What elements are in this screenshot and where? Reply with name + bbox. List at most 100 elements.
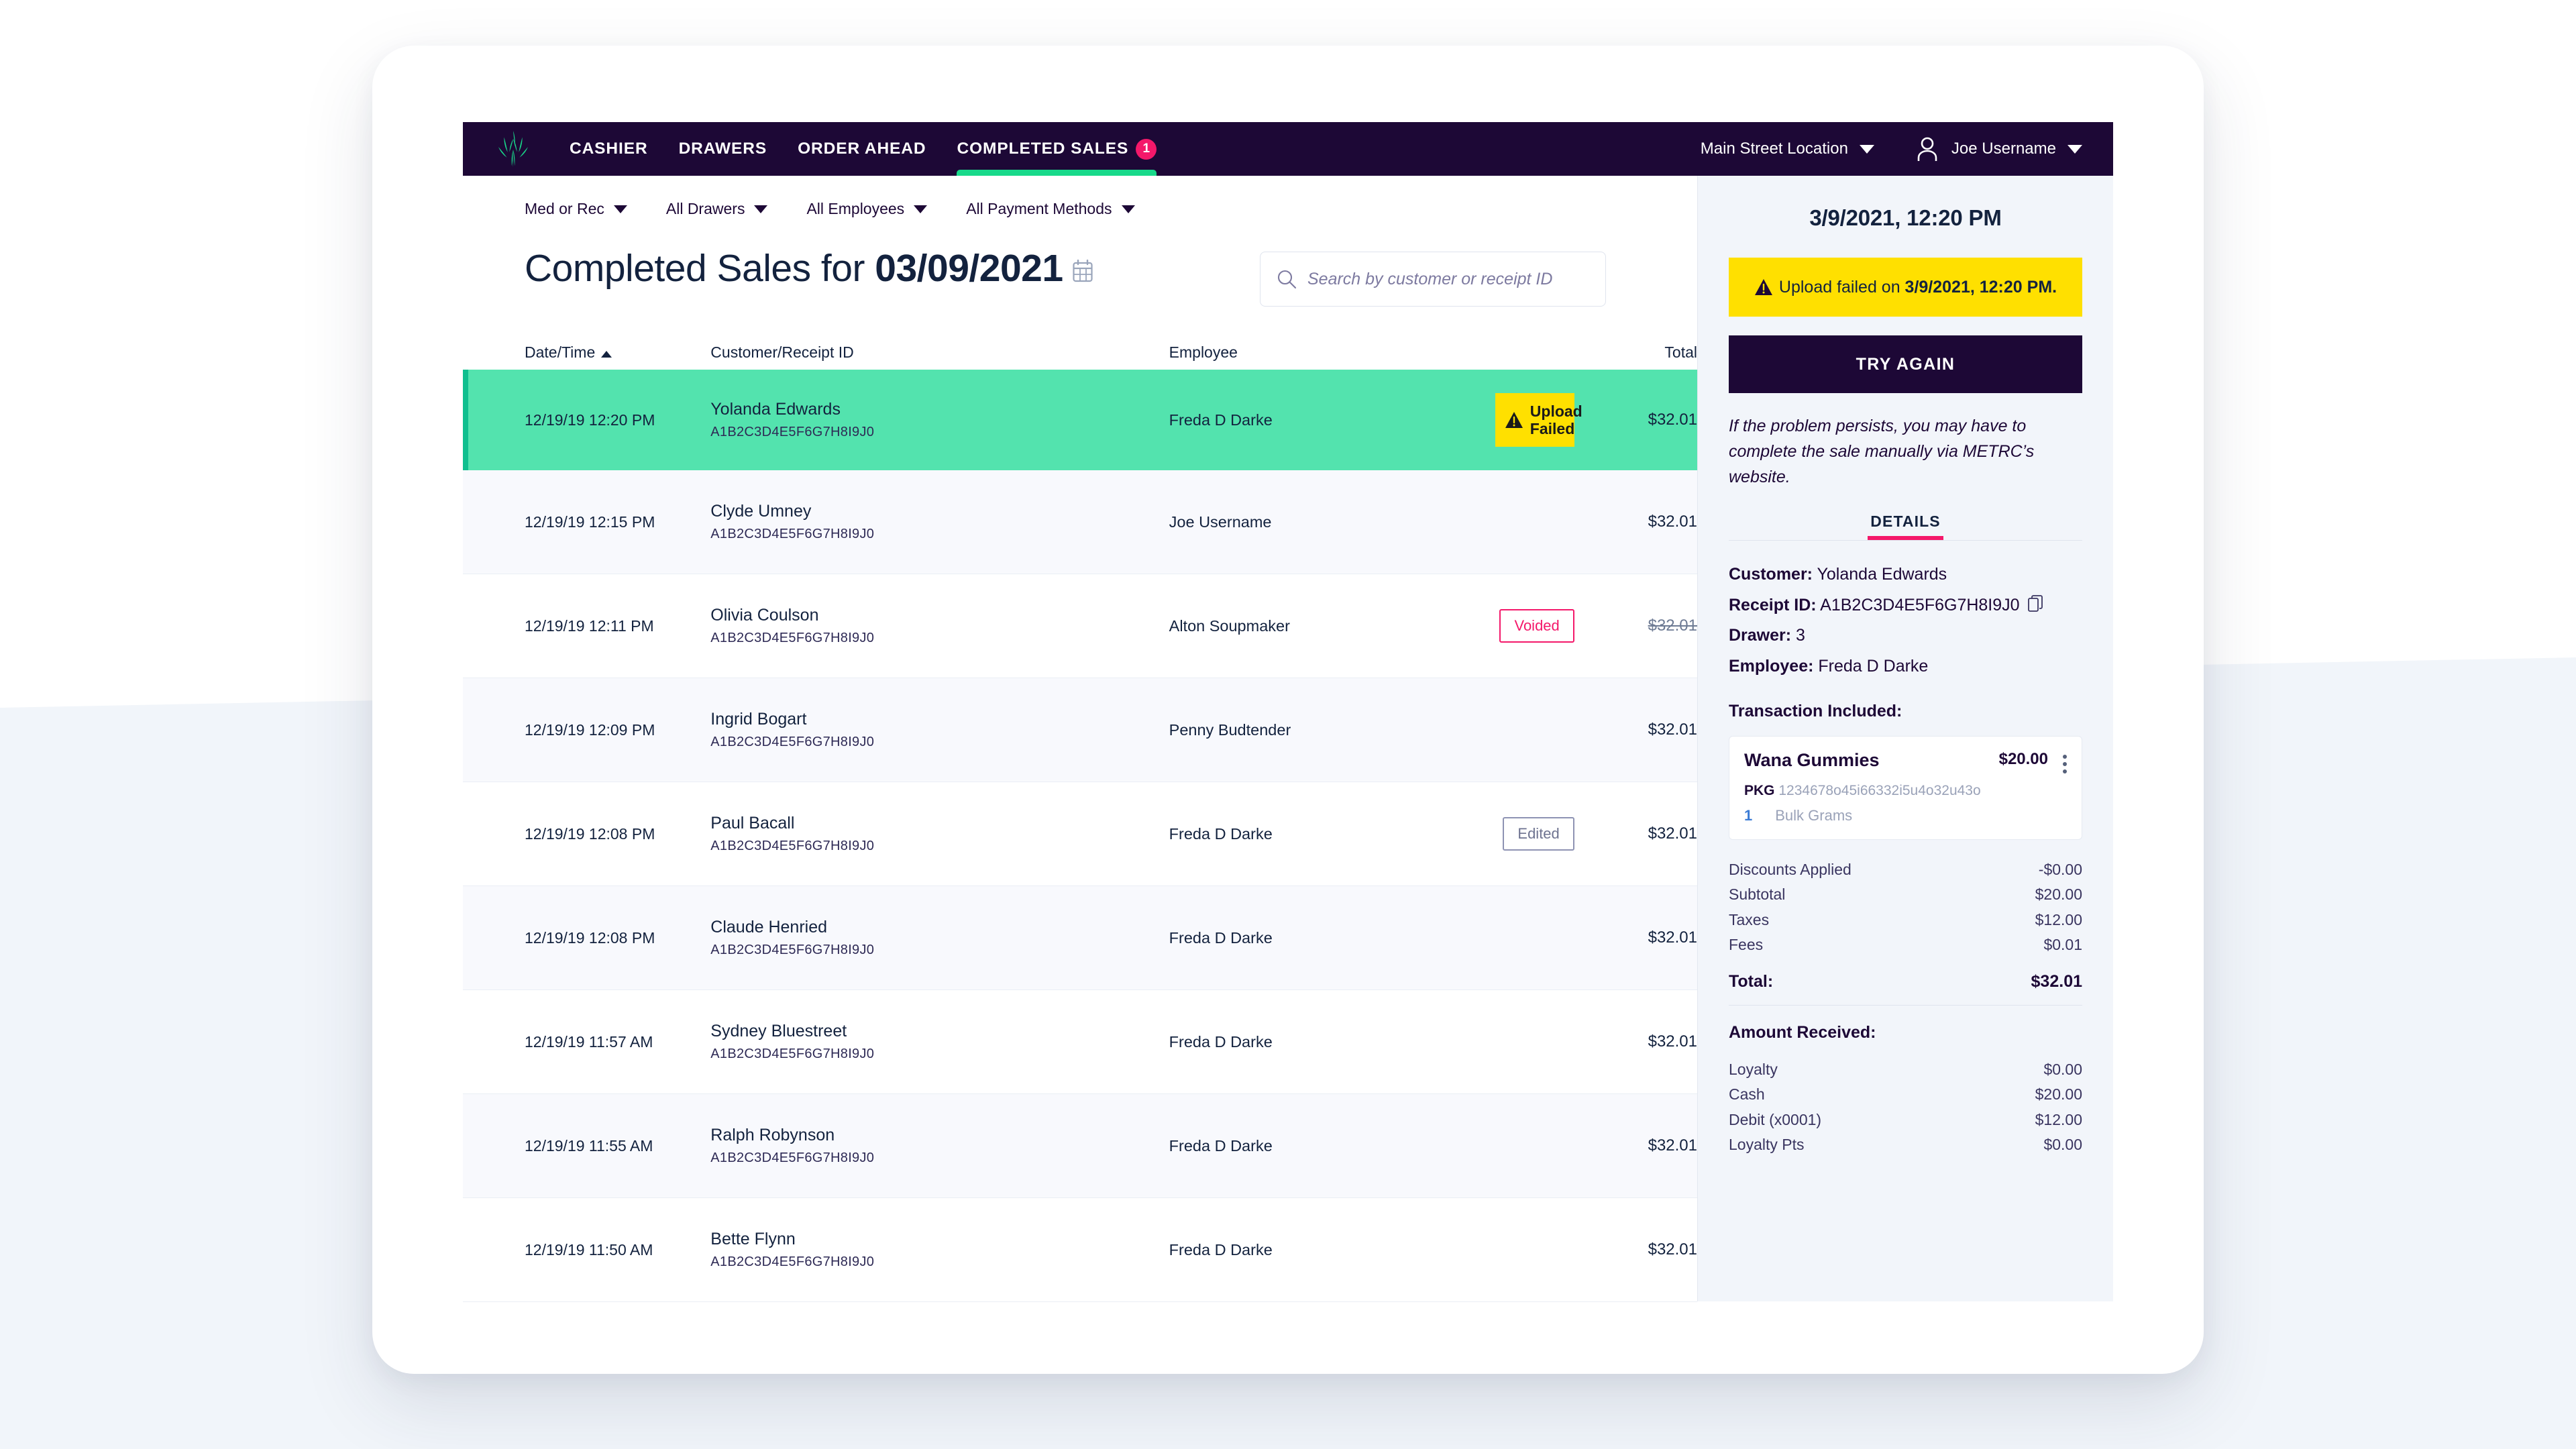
table-row[interactable]: 12/19/19 11:57 AM Sydney Bluestreet A1B2C3… bbox=[463, 990, 1697, 1094]
field-value: Freda D Darke bbox=[1818, 656, 1929, 676]
field-label: Receipt ID: bbox=[1729, 595, 1817, 614]
cell-datetime: 12/19/19 12:08 PM bbox=[525, 824, 655, 843]
column-header-total[interactable]: Total bbox=[1574, 343, 1697, 362]
tab-divider bbox=[1729, 540, 2082, 541]
search-box[interactable] bbox=[1260, 252, 1606, 307]
column-label: Date/Time bbox=[525, 343, 596, 361]
table-row[interactable]: 12/19/19 11:55 AM Ralph Robynson A1B2C3D4E… bbox=[463, 1094, 1697, 1198]
total-line: Fees $0.01 bbox=[1729, 932, 2082, 957]
copy-icon[interactable] bbox=[2027, 594, 2044, 612]
item-name: Wana Gummies bbox=[1744, 750, 1880, 770]
cell-datetime: 12/19/19 12:09 PM bbox=[525, 720, 655, 739]
detail-field-drawer: Drawer: 3 bbox=[1729, 621, 2082, 651]
cell-datetime: 12/19/19 11:57 AM bbox=[525, 1032, 653, 1051]
totals-divider bbox=[1729, 1005, 2082, 1006]
received-line-value: $12.00 bbox=[2035, 1110, 2082, 1128]
cannabis-leaf-icon[interactable] bbox=[498, 131, 529, 167]
item-unit: Bulk Grams bbox=[1775, 807, 1853, 824]
chevron-down-icon bbox=[2068, 144, 2082, 154]
total-line: Discounts Applied -$0.00 bbox=[1729, 857, 2082, 882]
table-row[interactable]: 12/19/19 12:15 PM Clyde Umney A1B2C3D4E5F6… bbox=[463, 470, 1697, 574]
item-package: PKG 1234678o45i66332i5u4o32u43o bbox=[1744, 783, 2067, 799]
grand-total-label: Total: bbox=[1729, 972, 1774, 991]
field-label: Employee: bbox=[1729, 656, 1814, 676]
column-header-employee[interactable]: Employee bbox=[1169, 343, 1421, 362]
customer-name: Ingrid Bogart bbox=[710, 710, 807, 729]
filter-payment-methods[interactable]: All Payment Methods bbox=[966, 200, 1135, 218]
column-label: Total bbox=[1664, 343, 1697, 361]
customer-name: Bette Flynn bbox=[710, 1230, 796, 1248]
sale-detail-panel: 3/9/2021, 12:20 PM Upload failed on 3/9/… bbox=[1697, 176, 2113, 1301]
totals-list: Discounts Applied -$0.00 Subtotal $20.00 Tax… bbox=[1729, 857, 2082, 957]
table-row[interactable]: 12/19/19 12:08 PM Paul Bacall A1B2C3D4E5F6… bbox=[463, 782, 1697, 886]
cell-customer: Sydney Bluestreet A1B2C3D4E5F6G7H8I9J0 bbox=[710, 1022, 1169, 1062]
table-row[interactable]: 12/19/19 12:20 PM Yolanda Edwards A1B2C3D4… bbox=[463, 370, 1697, 470]
cell-employee: Alton Soupmaker bbox=[1169, 616, 1290, 635]
location-label: Main Street Location bbox=[1700, 140, 1848, 158]
nav-item-drawers[interactable]: DRAWERS bbox=[663, 122, 783, 176]
cell-status: Upload Failed bbox=[1421, 392, 1582, 447]
detail-tabs: DETAILS bbox=[1729, 513, 2082, 540]
filter-drawers[interactable]: All Drawers bbox=[666, 200, 768, 218]
total-line: Taxes $12.00 bbox=[1729, 908, 2082, 932]
cell-customer: Paul Bacall A1B2C3D4E5F6G7H8I9J0 bbox=[710, 814, 1169, 854]
filter-employees[interactable]: All Employees bbox=[806, 200, 928, 218]
upload-failed-alert: Upload failed on 3/9/2021, 12:20 PM. bbox=[1729, 258, 2082, 317]
total-line-label: Discounts Applied bbox=[1729, 861, 1851, 878]
table-row[interactable]: 12/19/19 12:08 PM Claude Henried A1B2C3D4E… bbox=[463, 886, 1697, 990]
grand-total-value: $32.01 bbox=[2031, 972, 2082, 991]
user-menu[interactable]: Joe Username bbox=[1916, 136, 2082, 162]
try-again-button[interactable]: TRY AGAIN bbox=[1729, 335, 2082, 393]
filter-label: All Payment Methods bbox=[966, 200, 1112, 217]
customer-name: Clyde Umney bbox=[710, 502, 812, 521]
chevron-down-icon bbox=[914, 205, 928, 213]
item-price: $20.00 bbox=[1998, 750, 2048, 768]
field-value: A1B2C3D4E5F6G7H8I9J0 bbox=[1820, 595, 2020, 614]
table-row[interactable]: 12/19/19 12:09 PM Ingrid Bogart A1B2C3D4E5… bbox=[463, 678, 1697, 782]
received-line-label: Loyalty Pts bbox=[1729, 1135, 1805, 1153]
column-header-customer[interactable]: Customer/Receipt ID bbox=[710, 343, 1169, 362]
table-row[interactable]: 12/19/19 11:50 AM Bette Flynn A1B2C3D4E5F6… bbox=[463, 1198, 1697, 1302]
nav-item-order-ahead[interactable]: ORDER AHEAD bbox=[782, 122, 941, 176]
detail-fields: Customer: Yolanda Edwards Receipt ID: A1… bbox=[1729, 559, 2082, 682]
calendar-icon[interactable] bbox=[1072, 260, 1093, 282]
received-line: Debit (x0001) $12.00 bbox=[1729, 1108, 2082, 1132]
cell-customer: Yolanda Edwards A1B2C3D4E5F6G7H8I9J0 bbox=[710, 400, 1169, 440]
cell-employee: Freda D Darke bbox=[1169, 1240, 1273, 1258]
detail-help-note: If the problem persists, you may have to… bbox=[1729, 417, 2035, 486]
total-line-label: Subtotal bbox=[1729, 885, 1786, 904]
transaction-item-card[interactable]: Wana Gummies $20.00 PKG 1234678o45i66332… bbox=[1729, 736, 2082, 840]
status-badge-upload-failed: Upload Failed bbox=[1495, 392, 1582, 447]
receipt-id: A1B2C3D4E5F6G7H8I9J0 bbox=[710, 425, 875, 439]
cell-customer: Ralph Robynson A1B2C3D4E5F6G7H8I9J0 bbox=[710, 1126, 1169, 1166]
search-input[interactable] bbox=[1307, 269, 1589, 289]
status-badge-edited: Edited bbox=[1503, 817, 1574, 851]
item-qty: 1 bbox=[1744, 807, 1753, 824]
customer-name: Olivia Coulson bbox=[710, 606, 819, 625]
sales-list-column: Med or Rec All Drawers All Employees All… bbox=[463, 176, 1697, 1302]
location-selector[interactable]: Main Street Location bbox=[1701, 140, 1874, 158]
cell-employee: Freda D Darke bbox=[1169, 1032, 1273, 1051]
cell-customer: Clyde Umney A1B2C3D4E5F6G7H8I9J0 bbox=[710, 502, 1169, 542]
cell-total: $32.01 bbox=[1648, 928, 1697, 947]
nav-item-cashier[interactable]: CASHIER bbox=[554, 122, 663, 176]
tab-details[interactable]: DETAILS bbox=[1868, 513, 1944, 540]
field-label: Customer: bbox=[1729, 565, 1813, 584]
field-value: 3 bbox=[1796, 626, 1805, 645]
filter-med-or-rec[interactable]: Med or Rec bbox=[525, 200, 627, 218]
total-line-label: Fees bbox=[1729, 935, 1764, 953]
field-label: Drawer: bbox=[1729, 626, 1792, 645]
cell-employee: Freda D Darke bbox=[1169, 928, 1273, 947]
cell-status: Edited bbox=[1421, 817, 1574, 851]
nav-label: COMPLETED SALES bbox=[957, 140, 1129, 158]
screenshot-root: CASHIER DRAWERS ORDER AHEAD COMPLETED SA… bbox=[0, 0, 2576, 1449]
nav-item-completed-sales[interactable]: COMPLETED SALES 1 bbox=[941, 122, 1172, 176]
received-line-value: $0.00 bbox=[2043, 1135, 2082, 1153]
warning-triangle-icon bbox=[1505, 412, 1523, 428]
alert-text: Upload failed on 3/9/2021, 12:20 PM. bbox=[1779, 278, 2057, 297]
filter-label: All Employees bbox=[806, 200, 905, 217]
amount-received-list: Loyalty $0.00 Cash $20.00 Debit (x0001) $12.0… bbox=[1729, 1057, 2082, 1157]
kebab-menu-icon[interactable] bbox=[2063, 750, 2067, 773]
table-row[interactable]: 12/19/19 12:11 PM Olivia Coulson A1B2C3D4E… bbox=[463, 574, 1697, 678]
column-header-datetime[interactable]: Date/Time bbox=[525, 343, 710, 362]
